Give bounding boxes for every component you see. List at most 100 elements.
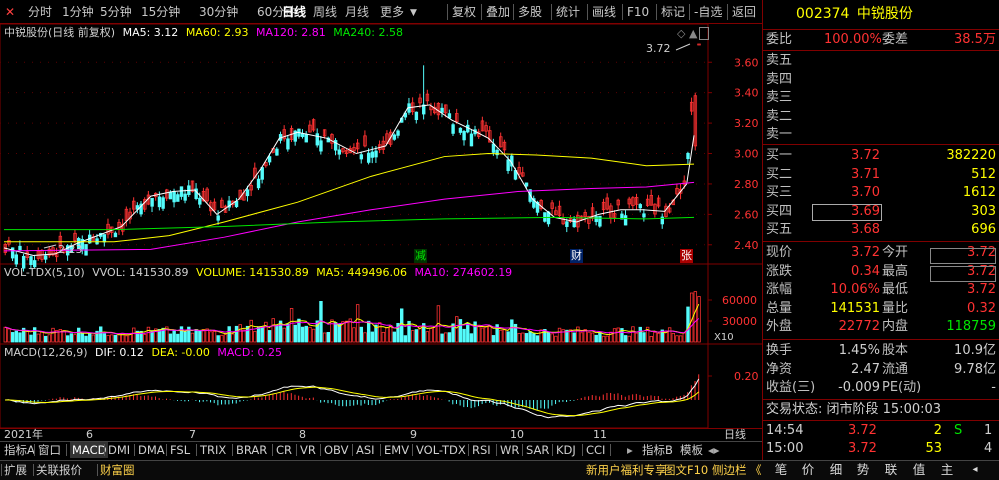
chart-options-icon[interactable]: ◇ ▲ — [677, 27, 697, 41]
period-tab-3[interactable]: 15分钟 — [141, 2, 180, 22]
bottom-tab-0[interactable]: 扩展 — [4, 461, 27, 479]
quick-icon-5[interactable]: 值 — [908, 460, 930, 479]
indicator-tab-kdj[interactable]: KDJ — [556, 442, 576, 458]
indicator-tab-trix[interactable]: TRIX — [200, 442, 226, 458]
tab-separator — [33, 464, 34, 476]
indicator-tab-extra-0[interactable]: 指标B — [642, 442, 673, 458]
event-marker-zhang[interactable]: 张 — [680, 249, 693, 263]
indicator-tab-emv[interactable]: EMV — [384, 442, 409, 458]
indicator-tab-macd[interactable]: MACD — [70, 442, 109, 458]
vol-axis-label: 60000 — [722, 294, 757, 307]
scroll-left-icon[interactable]: 《 — [750, 461, 762, 479]
toolbar-separator — [727, 4, 728, 20]
stat-value-1: 2.47 — [851, 361, 880, 377]
indicator-tab-窗口[interactable]: 窗口 — [38, 442, 61, 458]
quote-value2-3: 0.32 — [967, 300, 996, 316]
indicator-tab-cci[interactable]: CCI — [586, 442, 605, 458]
close-icon[interactable]: ✕ — [5, 6, 17, 18]
candle-body — [267, 156, 272, 163]
dea-label: DEA: -0.00 — [151, 346, 210, 359]
tab-separator — [552, 444, 553, 456]
indicator-tab-sar[interactable]: SAR — [526, 442, 549, 458]
indicator-tab-brar[interactable]: BRAR — [236, 442, 267, 458]
period-tab-2[interactable]: 5分钟 — [100, 2, 132, 22]
tab-separator — [166, 444, 167, 456]
volume-bar — [73, 334, 77, 343]
quick-icon-4[interactable]: 联 — [880, 460, 902, 479]
period-tab-8[interactable]: 月线 — [345, 2, 369, 22]
volume-bar — [220, 334, 224, 343]
chart-scroll-handle[interactable] — [699, 27, 709, 40]
volume-bar — [447, 332, 452, 343]
period-tab-1[interactable]: 1分钟 — [62, 2, 94, 22]
action-button-6[interactable]: 标记 — [661, 2, 685, 22]
event-marker-cai[interactable]: 财 — [570, 249, 583, 263]
volume-bar — [77, 327, 81, 343]
indicator-tab-指标a[interactable]: 指标A — [4, 442, 35, 458]
indicator-tab-rsi[interactable]: RSI — [472, 442, 491, 458]
buy-level-5-price: 3.68 — [851, 222, 880, 238]
period-tab-4[interactable]: 30分钟 — [199, 2, 238, 22]
volume-bar — [587, 331, 591, 343]
indicator-tab-wr[interactable]: WR — [500, 442, 519, 458]
volume-bar — [359, 326, 364, 343]
action-button-0[interactable]: 复权 — [452, 2, 476, 22]
month-tick-4: 10 — [510, 428, 524, 441]
action-button-1[interactable]: 叠加 — [486, 2, 510, 22]
volume-bar — [363, 332, 367, 343]
tab-scroll-icon[interactable]: ◂▸ — [708, 442, 720, 458]
volume-bar — [656, 332, 661, 343]
candle-body — [543, 212, 547, 222]
volume-bar — [333, 322, 338, 343]
sidebar-toggle[interactable]: 侧边栏 — [712, 461, 747, 479]
volume-bar — [69, 333, 74, 343]
volume-bar — [524, 333, 529, 343]
action-button-3[interactable]: 统计 — [556, 2, 580, 22]
promo-link[interactable]: 新用户福利专享 — [586, 461, 667, 479]
kline-chart[interactable]: 3.60 3.40 3.20 3.00 2.80 2.60 2.40 60000 30000 X1… — [0, 24, 762, 428]
divider — [762, 29, 999, 30]
candle-body — [319, 140, 323, 152]
bottom-tab-2[interactable]: 财富圈 — [100, 461, 135, 479]
quick-icon-0[interactable]: 笔 — [770, 460, 792, 479]
volume-bar — [84, 335, 88, 343]
indicator-tab-obv[interactable]: OBV — [324, 442, 348, 458]
quick-icon-1[interactable]: 价 — [797, 460, 819, 479]
quick-icon-6[interactable]: 主 — [936, 460, 958, 479]
indicator-tab-dmi[interactable]: DMI — [108, 442, 130, 458]
indicator-tab-extra-1[interactable]: 模板 — [680, 442, 703, 458]
volume-bar — [128, 334, 132, 343]
price-axis-label: 3.60 — [734, 56, 759, 69]
period-tab-7[interactable]: 周线 — [313, 2, 337, 22]
more-dropdown-icon[interactable]: ▼ — [410, 3, 417, 23]
indicator-tab-dma[interactable]: DMA — [138, 442, 165, 458]
action-button-7[interactable]: -自选 — [694, 2, 722, 22]
tab-separator — [97, 464, 98, 476]
indicator-tab-cr[interactable]: CR — [276, 442, 292, 458]
tab-prev-icon[interactable]: ▸ — [627, 442, 633, 458]
period-tab-9[interactable]: 更多 — [380, 2, 404, 22]
quick-icon-3[interactable]: 势 — [852, 460, 874, 479]
bottom-tab-1[interactable]: 关联报价 — [36, 461, 82, 479]
indicator-tab-vr[interactable]: VR — [300, 442, 316, 458]
macd-axis-label: 0.20 — [734, 370, 759, 383]
action-button-5[interactable]: F10 — [627, 2, 649, 22]
action-button-2[interactable]: 多股 — [518, 2, 542, 22]
indicator-tab-vol-tdx[interactable]: VOL-TDX — [416, 442, 466, 458]
event-marker-jian[interactable]: 减 — [414, 249, 427, 263]
volume-bar — [271, 318, 275, 343]
stock-name: 中锐股份 — [856, 6, 913, 22]
period-tab-0[interactable]: 分时 — [28, 2, 52, 22]
more-icon[interactable]: ◂ — [964, 460, 986, 479]
buy-level-3-volume: 1612 — [962, 185, 996, 201]
indicator-tab-asi[interactable]: ASI — [356, 442, 375, 458]
volume-bar — [311, 328, 316, 343]
divider — [762, 144, 999, 145]
action-button-4[interactable]: 画线 — [592, 2, 616, 22]
candle-body — [113, 232, 118, 238]
quick-icon-2[interactable]: 细 — [825, 460, 847, 479]
action-button-8[interactable]: 返回 — [732, 2, 756, 22]
f10-button[interactable]: 图文F10 — [664, 461, 708, 479]
period-tab-6[interactable]: 日线 — [282, 2, 306, 22]
indicator-tab-fsl[interactable]: FSL — [170, 442, 190, 458]
